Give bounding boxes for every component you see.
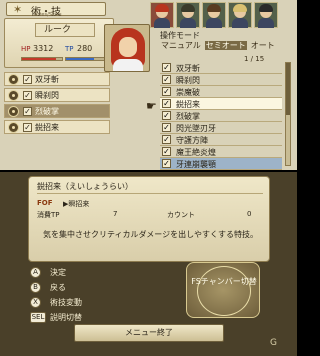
mode-option-manual[interactable]: マニュアル xyxy=(160,41,202,50)
arte-detail-panel: 鋭招来（えいしょうらい） FOF ▶瞬招来 消費TP 7 カウント 0 気を集中… xyxy=(28,176,270,262)
fof-label: FOF xyxy=(37,199,53,207)
button-slot-icon xyxy=(8,106,19,117)
checkbox-icon[interactable]: ✓ xyxy=(162,75,171,84)
fof-arte: ▶瞬招来 xyxy=(63,200,90,208)
guide-label: 術技変動 xyxy=(50,298,82,307)
guide-back[interactable]: B 戻る xyxy=(30,281,148,294)
fs-chamber-label: FSチャンバー切替 xyxy=(191,277,257,286)
mode-option-auto[interactable]: オート xyxy=(250,41,276,50)
arte-row[interactable]: ✓ 守護方陣 xyxy=(160,134,282,146)
fof-row: FOF ▶瞬招来 xyxy=(37,199,263,210)
button-slot-icon xyxy=(8,74,19,85)
hp-bar xyxy=(21,57,63,61)
equipped-slot-2[interactable]: ✓ 瞬刹閃 xyxy=(4,88,110,102)
guide-label: 決定 xyxy=(50,268,66,277)
button-slot-icon xyxy=(8,90,19,101)
arte-label: 鋭招来 xyxy=(176,100,200,109)
select-button-icon: SEL xyxy=(30,312,46,323)
count-label: カウント xyxy=(167,211,195,219)
arte-row[interactable]: ✓ 閃光墜刃牙 xyxy=(160,122,282,134)
arte-label: 魔王絶炎煌 xyxy=(176,148,216,157)
arte-detail-title: 鋭招来（えいしょうらい） xyxy=(37,181,263,194)
checkbox-icon[interactable]: ✓ xyxy=(162,159,171,168)
guide-toggle-description[interactable]: SEL 説明切替 xyxy=(30,311,148,324)
equipped-slot-3[interactable]: ✓ 烈破掌 xyxy=(4,104,110,118)
equipped-arte-list: ✓ 双牙斬 ✓ 瞬刹閃 ✓ 烈破掌 ✓ 鋭招来 xyxy=(4,72,110,168)
equipped-slot-1[interactable]: ✓ 双牙斬 xyxy=(4,72,110,86)
fs-chamber-button[interactable]: FSチャンバー切替 xyxy=(186,262,260,318)
party-portrait-3[interactable] xyxy=(202,2,226,28)
x-button-icon: X xyxy=(30,297,41,308)
arte-label: 双牙斬 xyxy=(176,64,200,73)
party-portraits xyxy=(150,2,290,28)
ring-ornament xyxy=(197,266,251,316)
arte-row[interactable]: ✓ 双牙斬 xyxy=(160,62,282,74)
arte-row[interactable]: ✓ 牙連崩襲顎 xyxy=(160,158,282,170)
checkbox-icon[interactable]: ✓ xyxy=(23,91,32,100)
tp-cost-value: 7 xyxy=(113,210,118,218)
pointer-hand-icon: ☛ xyxy=(146,99,157,113)
tp-value: 280 xyxy=(77,44,93,53)
arte-row[interactable]: ✓ 瞬刹閃 xyxy=(160,74,282,86)
count-value: 0 xyxy=(247,210,252,218)
control-mode: 操作モード マニュアル セミオート オート xyxy=(160,30,292,52)
arte-row-selected[interactable]: ✓ 鋭招来 xyxy=(160,98,282,110)
checkbox-icon[interactable]: ✓ xyxy=(162,99,171,108)
arte-row[interactable]: ✓ 魔王絶炎煌 xyxy=(160,146,282,158)
control-mode-options: マニュアル セミオート オート xyxy=(160,40,292,51)
arte-list-scrollbar[interactable] xyxy=(285,62,291,166)
checkbox-icon[interactable]: ✓ xyxy=(162,111,171,120)
scroll-thumb[interactable] xyxy=(286,63,290,115)
b-button-icon: B xyxy=(30,282,41,293)
arte-label: 烈破掌 xyxy=(176,112,200,121)
close-menu-button[interactable]: メニュー終了 xyxy=(74,324,224,342)
equipped-slot-4[interactable]: ✓ 鋭招来 xyxy=(4,120,110,134)
party-portrait-4[interactable] xyxy=(228,2,252,28)
a-button-icon: A xyxy=(30,267,41,278)
checkbox-icon[interactable]: ✓ xyxy=(162,87,171,96)
guide-label: 戻る xyxy=(50,283,66,292)
character-panel: ルーク HP 3312 TP 280 xyxy=(4,18,114,68)
checkbox-icon[interactable]: ✓ xyxy=(23,123,32,132)
cost-row: 消費TP 7 カウント 0 xyxy=(37,210,263,221)
guide-label: 説明切替 xyxy=(50,313,82,322)
equipped-slot-label: 双牙斬 xyxy=(35,75,59,84)
arte-label: 牙連崩襲顎 xyxy=(176,160,216,169)
equipped-slot-label: 瞬刹閃 xyxy=(35,91,59,100)
tp-cost-label: 消費TP xyxy=(37,211,60,219)
tp-bar xyxy=(65,57,107,61)
equipped-slot-label: 烈破掌 xyxy=(35,107,59,116)
checkbox-icon[interactable]: ✓ xyxy=(23,75,32,84)
bottom-screen: 鋭招来（えいしょうらい） FOF ▶瞬招来 消費TP 7 カウント 0 気を集中… xyxy=(0,172,297,356)
guide-confirm[interactable]: A 決定 xyxy=(30,266,148,279)
mode-option-semi-auto[interactable]: セミオート xyxy=(204,41,247,50)
hp-label: HP xyxy=(21,45,31,53)
character-avatar xyxy=(104,24,150,72)
tp-label: TP xyxy=(65,45,74,53)
arte-description: 気を集中させクリティカルダメージを出しやすくする特技。 xyxy=(43,230,259,239)
arte-list: ✓ 双牙斬 ✓ 瞬刹閃 ✓ 崇魔破 ✓ 鋭招来 ✓ 烈破掌 ✓ 閃光墜刃牙 ✓ 守護方陣 ✓ 魔… xyxy=(160,62,282,170)
button-slot-icon xyxy=(8,122,19,133)
guide-change-arte[interactable]: X 術技変動 xyxy=(30,296,148,309)
party-portrait-5[interactable] xyxy=(254,2,278,28)
checkbox-icon[interactable]: ✓ xyxy=(162,135,171,144)
star-icon: ✶ xyxy=(13,3,23,16)
arte-label: 閃光墜刃牙 xyxy=(176,124,216,133)
character-name: ルーク xyxy=(35,23,95,37)
party-portrait-2[interactable] xyxy=(176,2,200,28)
equipped-slot-label: 鋭招来 xyxy=(35,123,59,132)
hp-value: 3312 xyxy=(33,44,54,53)
checkbox-icon[interactable]: ✓ xyxy=(162,123,171,132)
arte-label: 守護方陣 xyxy=(176,136,208,145)
top-screen: ✶ 術・技 Artes/Skills ルーク HP 3312 TP 280 ✓ … xyxy=(0,0,297,170)
arte-row[interactable]: ✓ 崇魔破 xyxy=(160,86,282,98)
checkbox-icon[interactable]: ✓ xyxy=(162,147,171,156)
checkbox-icon[interactable]: ✓ xyxy=(162,63,171,72)
arte-row[interactable]: ✓ 烈破掌 xyxy=(160,110,282,122)
watermark-logo: G xyxy=(270,338,277,348)
arte-label: 瞬刹閃 xyxy=(176,76,200,85)
party-portrait-1[interactable] xyxy=(150,2,174,28)
checkbox-icon[interactable]: ✓ xyxy=(23,107,32,116)
arte-label: 崇魔破 xyxy=(176,88,200,97)
